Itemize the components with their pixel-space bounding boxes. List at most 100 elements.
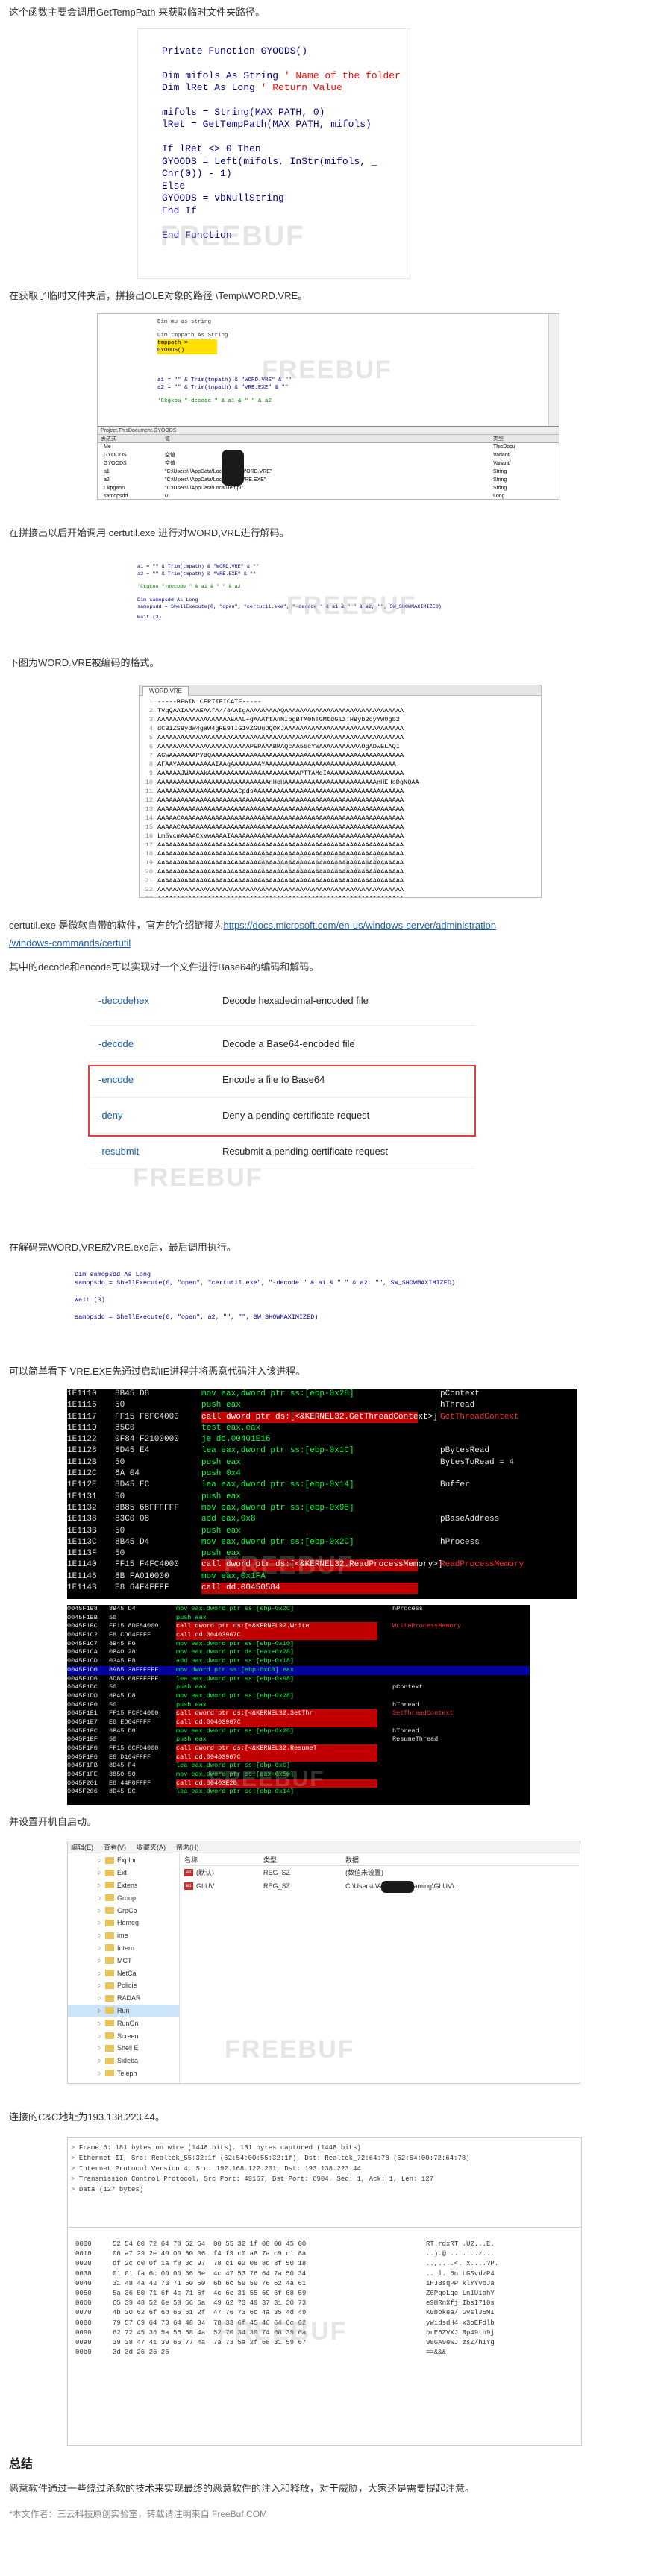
expand-arrow-icon[interactable]: ▷ [98,2020,105,2026]
reg-tree-item[interactable]: ▷ Run [68,2004,179,2017]
reg-tree-item[interactable]: ▷ Intern [68,1942,179,1955]
packet-tree-item[interactable]: > Internet Protocol Version 4, Src: 192.… [71,2164,578,2174]
disasm-addr: 0045F1BC [67,1622,98,1630]
reg-tree-item[interactable]: ▷ Explor [68,1854,179,1867]
packet-tree-item[interactable]: > Transmission Control Protocol, Src Por… [71,2174,578,2184]
expand-arrow-icon[interactable]: > [71,2144,79,2152]
expand-arrow-icon[interactable]: ▷ [98,1857,105,1863]
disasm-row[interactable]: 1E112E 8D45 EC lea eax,dword ptr ss:[ebp-0… [67,1480,577,1491]
doc-link[interactable]: https://docs.microsoft.com/en-us/windows… [223,920,496,931]
disasm-row[interactable]: 1E1110 8B45 D8 mov eax,dword ptr ss:[ebp-0… [67,1389,577,1400]
disasm-row[interactable]: 0045F1B8 8B45 D4 mov eax,dword ptr ss:[ebp… [67,1605,530,1614]
option-name[interactable]: -resubmit [88,1146,222,1157]
locals-row[interactable]: Me ThisDocu [98,443,559,451]
disasm-row[interactable]: 0045F1EF 50 push eax ResumeThread [67,1735,530,1744]
doc-link[interactable]: /windows-commands/certutil [9,937,131,949]
locals-row[interactable]: Ckpgaon "C:\Users\ \AppData\Local\Temp\" S… [98,484,559,492]
reg-tree-item[interactable]: ▷ GrpCo [68,1904,179,1917]
disasm-row[interactable]: 0045F1E1 FF15 FCFC4000 call dword ptr ds:[… [67,1709,530,1718]
reg-tree-item[interactable]: ▷ Shell E [68,2042,179,2055]
disasm-row[interactable]: 0045F1C2 E8 CD04FFFF call dd.00403967C [67,1631,530,1640]
disasm-row[interactable]: 1E113C 8B45 D4 mov eax,dword ptr ss:[ebp-0… [67,1537,577,1548]
reg-tree-item[interactable]: ▷ Teleph [68,2067,179,2080]
disasm-row[interactable]: 1E1131 50 push eax [67,1492,577,1503]
expand-arrow-icon[interactable]: ▷ [98,2045,105,2051]
disasm-row[interactable]: 0045F1BC FF15 8DF84000 call dword ptr ds:[… [67,1622,530,1632]
reg-tree-item[interactable]: ▷ RunOn [68,2017,179,2029]
file-tab[interactable]: WORD.VRE [142,686,189,696]
expand-arrow-icon[interactable]: ▷ [98,1870,105,1876]
expand-arrow-icon[interactable]: ▷ [98,1982,105,1988]
disasm-row[interactable]: 0045F1E0 50 push eax hThread [67,1701,530,1710]
menu-item[interactable]: 查看(V) [104,1841,126,1853]
expand-arrow-icon[interactable]: > [71,2176,79,2183]
packet-tree-item[interactable]: > Ethernet II, Src: Realtek_55:32:1f (52… [71,2153,578,2164]
disasm-row[interactable]: 1E112C 6A 04 push 0x4 [67,1468,577,1480]
disasm-row[interactable]: 1E114B E8 64F4FFFF call dd.00450584 [67,1583,577,1595]
option-name[interactable]: -decode [88,1038,222,1049]
packet-tree-item[interactable]: > Data (127 bytes) [71,2184,578,2195]
locals-row[interactable]: GYOODS 空值 Variant/ [98,451,559,459]
reg-tree-item[interactable]: ▷ Extens [68,1879,179,1892]
reg-value-row[interactable]: ab (默认) REG_SZ (数值未设置) [181,1866,580,1879]
locals-row[interactable]: a2 "C:\Users\ \AppData\Local\Temp\VRE.EXE… [98,476,559,484]
disasm-row[interactable]: 0045F1D0 8985 38FFFFFF mov dword ptr ss:[e… [67,1665,530,1675]
editor-scrollbar[interactable] [548,314,559,426]
reg-tree-item[interactable]: ▷ MCT [68,1954,179,1967]
locals-row[interactable]: samopsdd 0 Long [98,492,559,499]
expand-arrow-icon[interactable]: ▷ [98,2008,105,2014]
reg-tree-item[interactable]: ▷ NetCa [68,1967,179,1979]
disasm-row[interactable]: 1E112B 50 push eax BytesToRead = 4 [67,1457,577,1468]
expand-arrow-icon[interactable]: > [71,2186,79,2193]
reg-tree-item[interactable]: ▷ Policie [68,1979,179,1992]
expand-arrow-icon[interactable]: ▷ [98,1945,105,1951]
expand-arrow-icon[interactable]: ▷ [98,1970,105,1976]
option-name[interactable]: -decodehex [88,995,222,1006]
disasm-row[interactable]: 1E1138 83C0 08 add eax,0x8 pBaseAddress [67,1514,577,1525]
disasm-row[interactable]: 0045F1CA 0B40 28 mov eax,dword ptr ds:[eax… [67,1648,530,1657]
reg-tree-item[interactable]: ▷ Group [68,1891,179,1904]
disasm-row[interactable]: 1E113B 50 push eax [67,1526,577,1537]
disasm-row[interactable]: 1E1122 0F84 F2100000 je dd.00401E16 [67,1434,577,1445]
reg-tree-item[interactable]: ▷ Sideba [68,2055,179,2067]
expand-arrow-icon[interactable]: ▷ [98,1932,105,1938]
disasm-row[interactable]: 0045F1F0 FF15 0CFD4000 call dword ptr ds:[… [67,1744,530,1753]
disasm-row[interactable]: 0045F1BB 50 push eax [67,1614,530,1623]
packet-tree-item[interactable]: > Frame 6: 181 bytes on wire (1448 bits)… [71,2143,578,2153]
expand-arrow-icon[interactable]: ▷ [98,2033,105,2039]
disasm-row[interactable]: 0045F1C7 8B45 F0 mov eax,dword ptr ss:[ebp… [67,1640,530,1649]
expand-arrow-icon[interactable]: > [71,2165,79,2173]
reg-value-row[interactable]: ab GLUV REG_SZ C:\Users\ \AppData\Roaming\G… [181,1879,580,1893]
disasm-row[interactable]: 0045F1F6 E8 D104FFFF call dd.00403967C [67,1753,530,1762]
locals-row[interactable]: a1 "C:\Users\ \AppData\Local\Temp\WORD.VR… [98,468,559,476]
disasm-row[interactable]: 0045F1CD 0345 E8 add eax,dword ptr ss:[ebp… [67,1657,530,1666]
disasm-row[interactable]: 1E1116 50 push eax hThread [67,1400,577,1411]
expand-arrow-icon[interactable]: ▷ [98,1882,105,1888]
menu-item[interactable]: 编辑(E) [71,1841,93,1853]
disasm-row[interactable]: 1E1128 8D45 E4 lea eax,dword ptr ss:[ebp-0… [67,1445,577,1457]
reg-tree-item[interactable]: ▷ Ext [68,1867,179,1879]
expand-arrow-icon[interactable]: ▷ [98,2058,105,2064]
menu-item[interactable]: 收藏夹(A) [137,1841,166,1853]
reg-tree-item[interactable]: ▷ Screen [68,2029,179,2042]
reg-tree-item[interactable]: ▷ ime [68,1929,179,1942]
disasm-row[interactable]: 0045F1E7 E8 ED04FFFF call dd.00403967C [67,1718,530,1727]
disasm-row[interactable]: 1E1117 FF15 F8FC4000 call dword ptr ds:[<&… [67,1411,577,1423]
menu-item[interactable]: 帮助(H) [176,1841,199,1853]
expand-arrow-icon[interactable]: ▷ [98,1920,105,1926]
reg-tree-item[interactable]: ▷ Homeg [68,1917,179,1929]
disasm-row[interactable]: 1E111D 85C0 test eax,eax [67,1423,577,1434]
expand-arrow-icon[interactable]: ▷ [98,1958,105,1964]
disasm-row[interactable]: 1E1132 8B85 68FFFFFF mov eax,dword ptr ss:… [67,1503,577,1514]
locals-row[interactable]: GYOODS 空值 Variant/ [98,459,559,468]
disasm-row[interactable]: 0045F1EC 8B45 D8 mov eax,dword ptr ss:[ebp… [67,1727,530,1736]
expand-arrow-icon[interactable]: ▷ [98,1895,105,1901]
disasm-row[interactable]: 0045F1DC 50 push eax pContext [67,1683,530,1692]
expand-arrow-icon[interactable]: ▷ [98,1995,105,2001]
expand-arrow-icon[interactable]: > [71,2155,79,2162]
disasm-row[interactable]: 0045F1DD 8B45 D8 mov eax,dword ptr ss:[ebp… [67,1692,530,1701]
expand-arrow-icon[interactable]: ▷ [98,1908,105,1914]
disasm-row[interactable]: 0045F1D6 8D85 68FFFFFF lea eax,dword ptr s… [67,1675,530,1684]
expand-arrow-icon[interactable]: ▷ [98,2070,105,2076]
reg-tree-item[interactable]: ▷ RADAR [68,1992,179,2005]
